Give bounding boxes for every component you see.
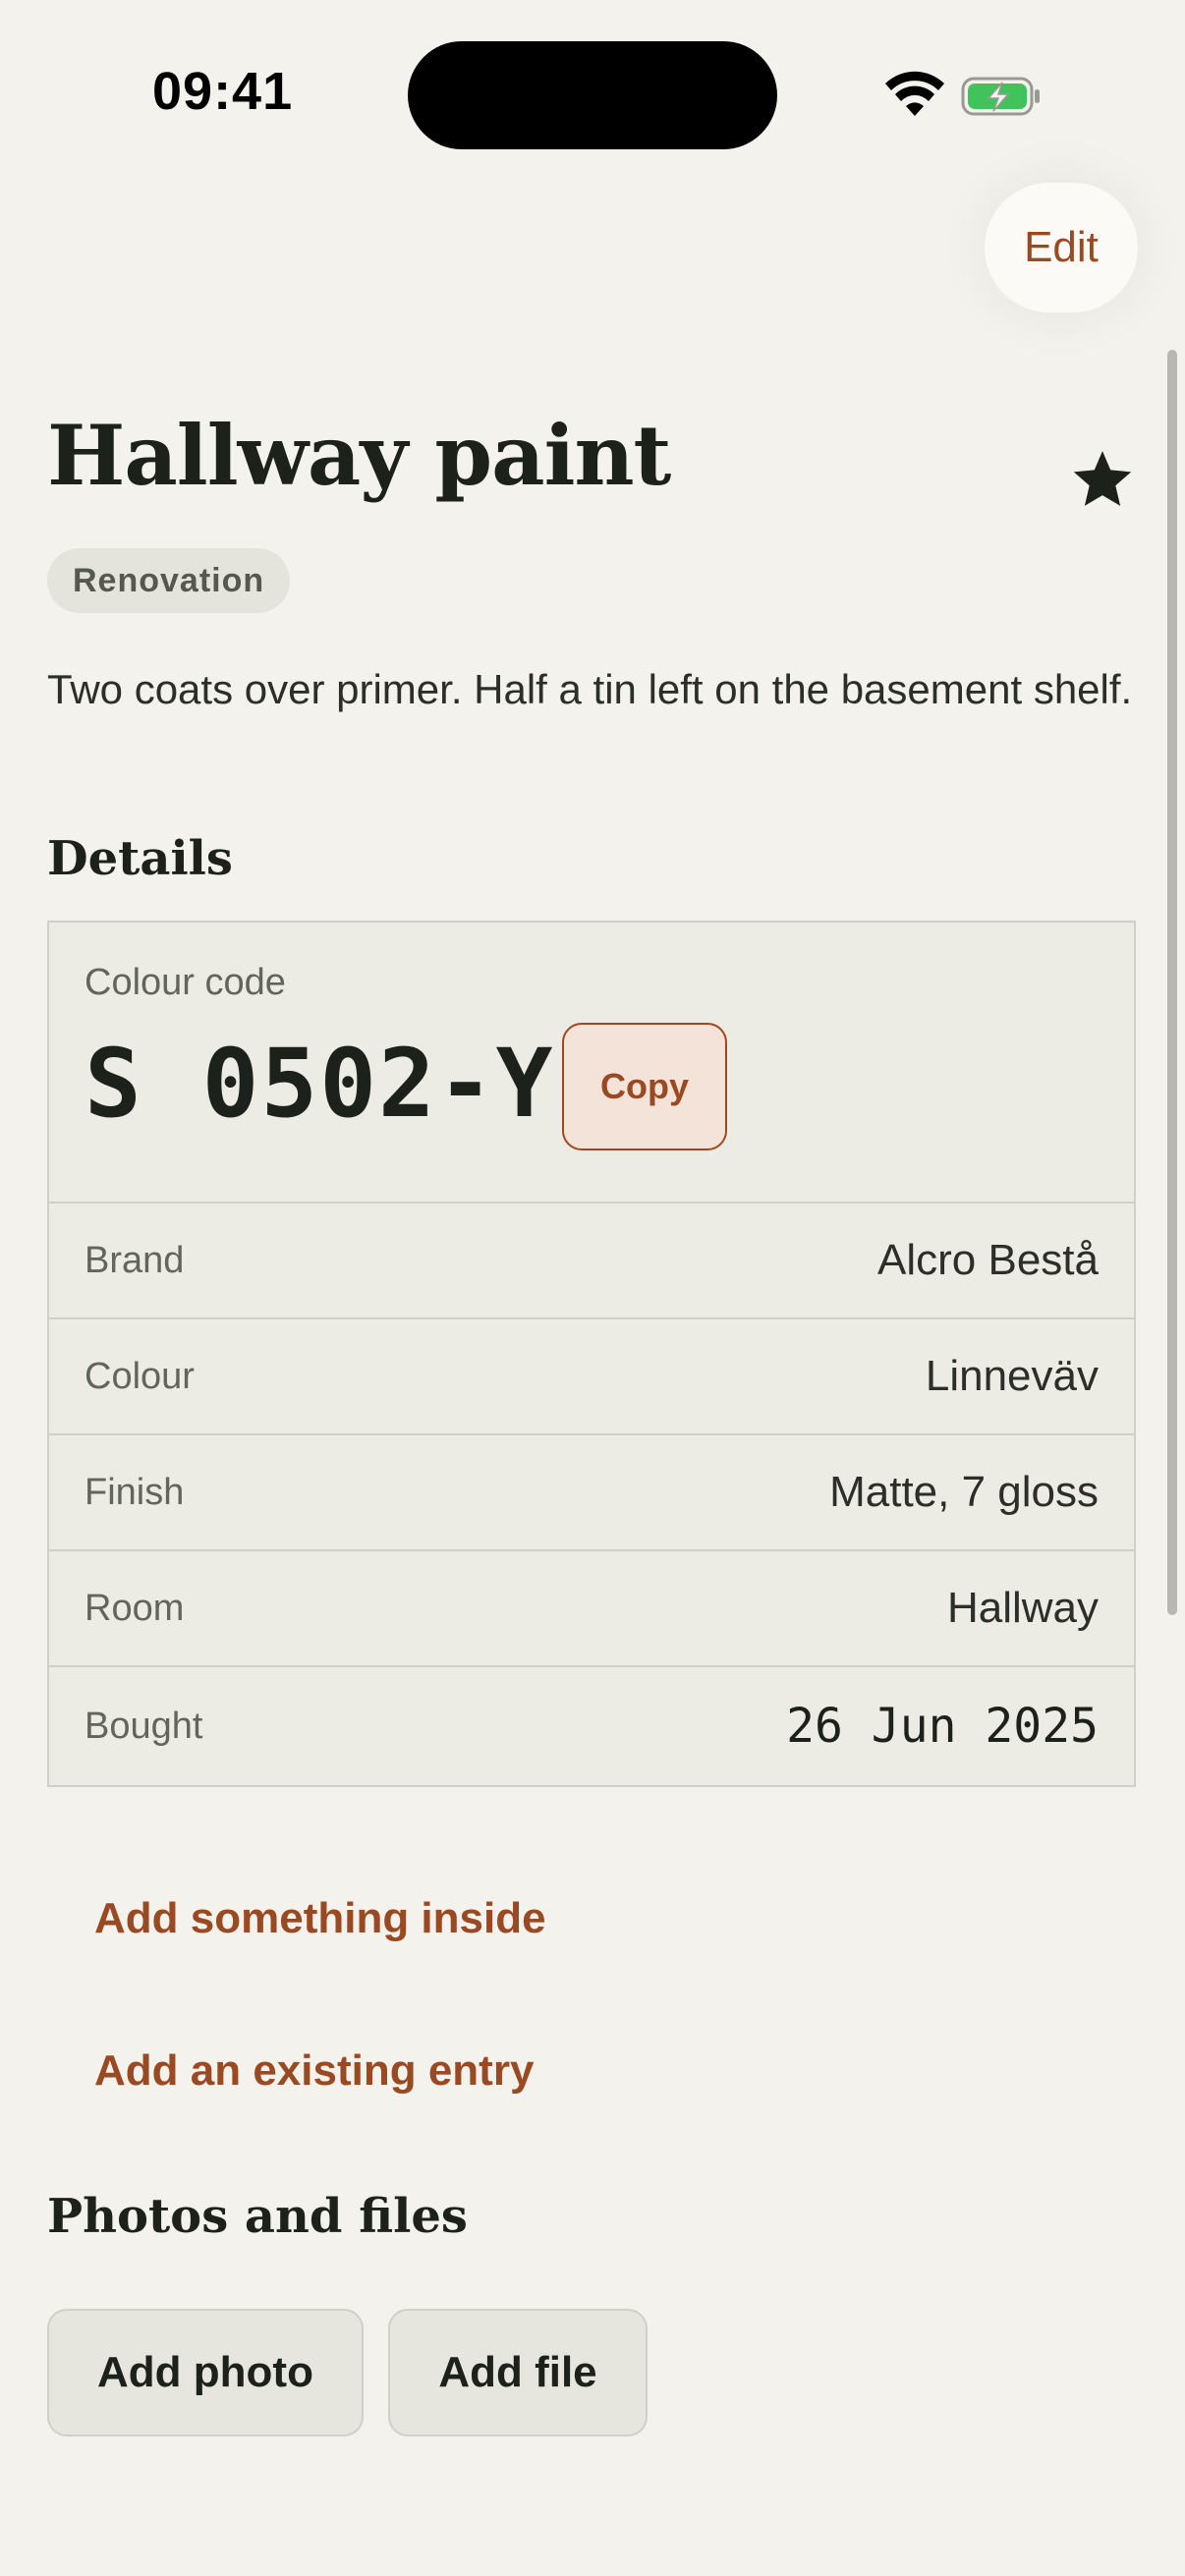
detail-label: Bought — [85, 1705, 203, 1747]
detail-row-colour: Colour Linneväv — [49, 1319, 1134, 1435]
page-title: Hallway paint — [47, 407, 671, 504]
detail-value: Hallway — [946, 1584, 1099, 1632]
detail-label: Room — [85, 1587, 185, 1629]
colour-code-label: Colour code — [85, 962, 286, 1003]
detail-row-bought: Bought 26 Jun 2025 — [49, 1667, 1134, 1785]
detail-label: Colour — [85, 1355, 195, 1397]
add-file-button[interactable]: Add file — [388, 2309, 648, 2436]
dynamic-island — [408, 41, 777, 149]
colour-code-value: S 0502-Y — [85, 1029, 555, 1139]
detail-row-room: Room Hallway — [49, 1551, 1134, 1667]
add-something-inside-link[interactable]: Add something inside — [94, 1894, 546, 1943]
detail-value: Alcro Bestå — [877, 1236, 1099, 1284]
detail-value: Matte, 7 gloss — [829, 1468, 1099, 1516]
battery-charging-icon — [961, 77, 1040, 116]
detail-row-finish: Finish Matte, 7 gloss — [49, 1435, 1134, 1551]
add-existing-entry-link[interactable]: Add an existing entry — [94, 2046, 534, 2096]
details-heading: Details — [47, 831, 233, 886]
detail-row-brand: Brand Alcro Bestå — [49, 1204, 1134, 1319]
add-photo-button[interactable]: Add photo — [47, 2309, 364, 2436]
star-filled-icon[interactable] — [1069, 446, 1136, 513]
status-time: 09:41 — [152, 62, 294, 121]
wifi-icon — [885, 71, 944, 116]
tag-badge[interactable]: Renovation — [47, 548, 291, 613]
edit-button[interactable]: Edit — [985, 183, 1138, 312]
detail-label: Brand — [85, 1239, 185, 1281]
scrollbar[interactable] — [1167, 350, 1177, 1615]
photos-files-heading: Photos and files — [47, 2189, 468, 2244]
colour-code-block: Colour code S 0502-Y Copy — [49, 923, 1134, 1204]
copy-button[interactable]: Copy — [562, 1023, 727, 1150]
details-card: Colour code S 0502-Y Copy Brand Alcro Be… — [47, 921, 1136, 1787]
detail-value: Linneväv — [925, 1352, 1099, 1400]
detail-label: Finish — [85, 1471, 185, 1513]
detail-value-date: 26 Jun 2025 — [786, 1699, 1099, 1754]
item-description: Two coats over primer. Half a tin left o… — [47, 666, 1133, 712]
